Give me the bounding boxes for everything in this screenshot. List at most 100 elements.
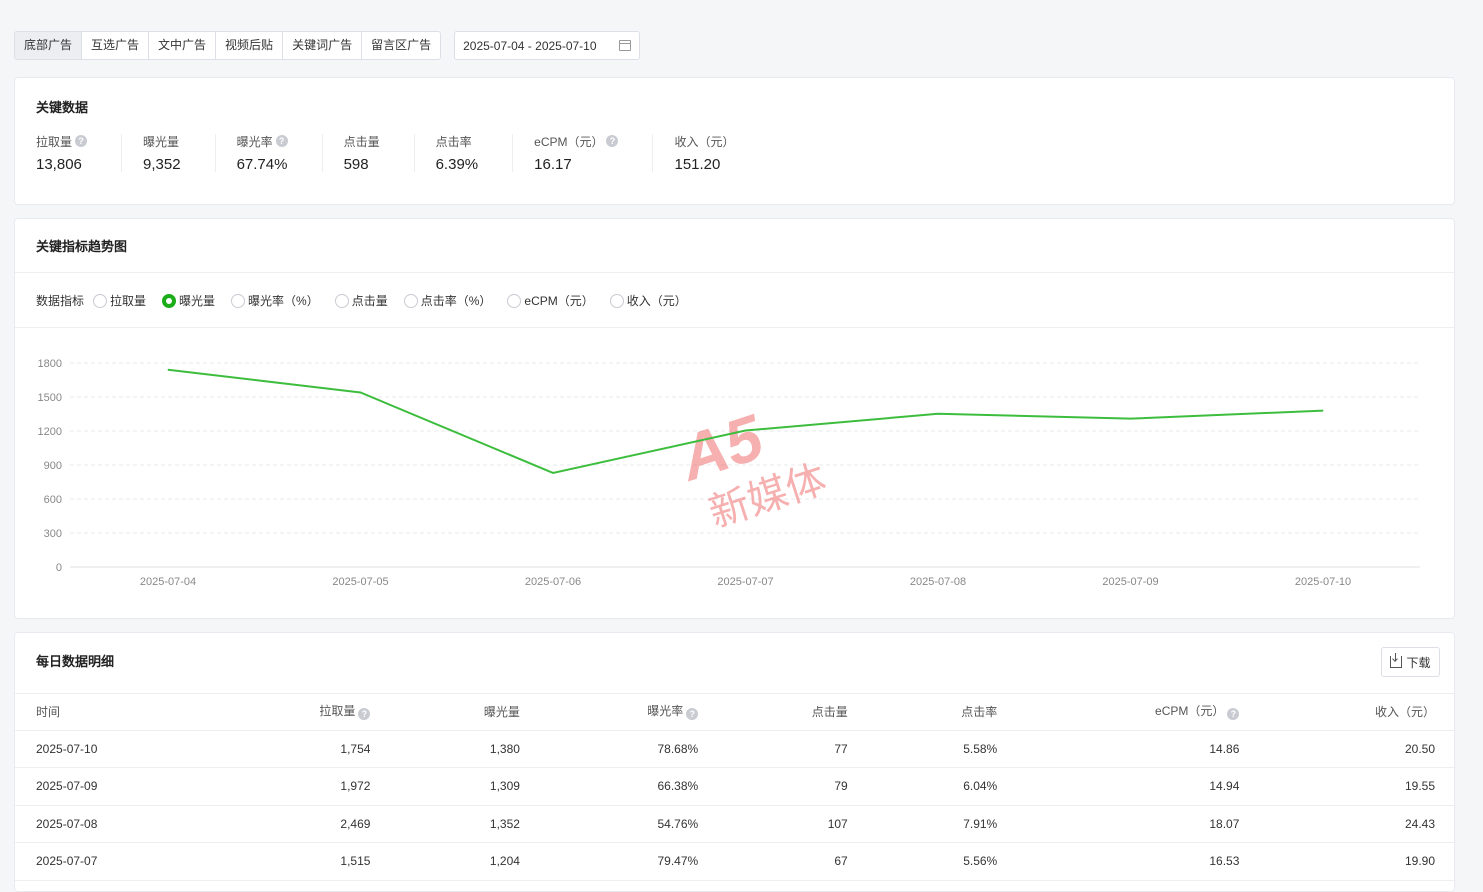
help-icon[interactable]: ?	[606, 135, 619, 147]
x-tick-label: 2025-07-07	[717, 576, 773, 588]
kpi-value: 598	[343, 156, 369, 173]
trend-line-chart: 0 300 600 900 1200 1500 1800 2025-07-04 2025-07-…	[38, 358, 1420, 588]
radio-button[interactable]	[231, 293, 246, 308]
metric-option-4[interactable]: 点击率（%）	[403, 292, 492, 309]
tab-3[interactable]: 视频后贴	[216, 32, 284, 59]
radio-button[interactable]	[507, 293, 522, 308]
download-button[interactable]: 下载	[1381, 647, 1440, 677]
x-tick-label: 2025-07-04	[140, 576, 196, 588]
kpi-label: 拉取量?	[36, 134, 88, 149]
y-tick-label: 1800	[38, 358, 62, 370]
kpi-item: 拉取量? 13,806	[36, 134, 123, 173]
column-header: 点击量	[719, 693, 869, 731]
metric-option-0[interactable]: 拉取量	[93, 292, 146, 309]
table-cell: 24.43	[1260, 805, 1456, 843]
kpi-item: 点击量 598	[343, 134, 415, 173]
daily-detail-card: 每日数据明细 下载 时间 拉取量? 曝光量 曝光率? 点击量 点击率 eCPM（元）? 收入（…	[14, 632, 1456, 892]
metric-selector: 数据指标 拉取量 曝光量 曝光率（%） 点击量 点击率（%） eCPM（元） 收入（元）	[36, 292, 703, 309]
y-tick-label: 300	[44, 528, 62, 540]
table-cell: 66.38%	[540, 767, 720, 806]
kpi-value: 151.20	[674, 156, 721, 173]
metric-option-3[interactable]: 点击量	[334, 292, 388, 309]
help-icon[interactable]: ?	[75, 135, 88, 147]
x-tick-label: 2025-07-08	[910, 576, 966, 588]
kpi-label: 点击率	[436, 134, 479, 149]
tab-2[interactable]: 文中广告	[149, 32, 217, 59]
x-tick-label: 2025-07-09	[1102, 576, 1158, 588]
radio-button[interactable]	[334, 293, 349, 308]
kpi-item: 点击率 6.39%	[435, 134, 514, 173]
table-cell: 67	[719, 842, 869, 881]
table-cell: 2025-07-10	[15, 730, 214, 768]
table-cell: 6.04%	[868, 767, 1019, 806]
column-header: 收入（元）	[1260, 693, 1456, 731]
key-data-card: 关键数据 拉取量? 13,806 曝光量 9,352 曝光率? 67.74% 点击量 598 点…	[14, 77, 1455, 205]
kpi-value: 6.39%	[435, 156, 479, 173]
table-cell: 16.53	[1018, 842, 1261, 881]
table-row: 2025-07-07 1,515 1,204 79.47% 67 5.56% 16.53 19…	[15, 842, 1456, 881]
column-header: 时间	[15, 693, 214, 731]
metric-option-label: 点击率（%）	[420, 294, 492, 308]
table-cell: 79.47%	[540, 842, 720, 881]
kpi-item: 曝光量 9,352	[143, 134, 216, 173]
tab-1[interactable]: 互选广告	[82, 32, 150, 59]
table-cell: 1,754	[213, 730, 392, 768]
table-cell: 1,515	[213, 842, 392, 881]
radio-button[interactable]	[403, 293, 418, 308]
x-tick-label: 2025-07-06	[525, 576, 581, 588]
metric-option-label: 曝光量	[179, 294, 216, 308]
table-cell: 77	[719, 730, 869, 768]
table-cell: 79	[719, 767, 869, 806]
table-cell: 14.86	[1018, 730, 1261, 768]
kpi-label: 曝光量	[143, 134, 181, 149]
table-cell: 2025-07-09	[15, 767, 214, 806]
radio-button[interactable]	[93, 293, 108, 308]
x-tick-label: 2025-07-05	[332, 576, 388, 588]
table-cell: 18.07	[1018, 805, 1261, 843]
column-header: eCPM（元）?	[1018, 693, 1261, 731]
kpi-label-text: 曝光量	[143, 134, 180, 149]
kpi-value: 13,806	[36, 156, 82, 173]
date-range-text: 2025-07-04 - 2025-07-10	[463, 38, 597, 53]
metric-option-2[interactable]: 曝光率（%）	[231, 292, 319, 309]
table-cell: 1,380	[391, 730, 541, 768]
metric-option-5[interactable]: eCPM（元）	[507, 292, 594, 309]
help-icon[interactable]: ?	[358, 708, 371, 721]
data-point	[167, 369, 169, 371]
download-icon	[1390, 653, 1403, 668]
data-point	[552, 472, 554, 474]
table-body: 2025-07-10 1,754 1,380 78.68% 77 5.58% 14.86 20…	[15, 730, 1456, 881]
metric-option-6[interactable]: 收入（元）	[609, 292, 687, 309]
kpi-item: 曝光率? 67.74%	[236, 134, 323, 173]
kpi-value: 9,352	[143, 156, 181, 173]
table-cell: 1,204	[391, 842, 541, 881]
metric-option-label: 曝光率（%）	[248, 294, 319, 308]
date-range-picker[interactable]: 2025-07-04 - 2025-07-10	[454, 31, 641, 60]
metric-option-1[interactable]: 曝光量	[162, 292, 215, 309]
radio-button[interactable]	[609, 293, 624, 308]
daily-detail-table: 时间 拉取量? 曝光量 曝光率? 点击量 点击率 eCPM（元）? 收入（元） 2025-07…	[15, 693, 1456, 881]
data-point	[745, 430, 746, 432]
help-icon[interactable]: ?	[275, 135, 288, 147]
y-tick-label: 900	[44, 460, 62, 472]
kpi-value: 67.74%	[236, 156, 288, 173]
table-cell: 20.50	[1260, 730, 1456, 768]
kpi-value: 16.17	[534, 156, 572, 173]
tab-4[interactable]: 关键词广告	[283, 32, 363, 59]
help-icon[interactable]: ?	[1227, 708, 1240, 721]
kpi-label: 点击量	[344, 134, 380, 149]
tab-5[interactable]: 留言区广告	[362, 32, 440, 59]
metric-option-label: 拉取量	[110, 294, 147, 308]
radio-button[interactable]	[162, 293, 177, 308]
tab-0[interactable]: 底部广告	[15, 32, 83, 59]
table-row: 2025-07-09 1,972 1,309 66.38% 79 6.04% 14.94 19…	[15, 767, 1456, 806]
trend-chart-title: 关键指标趋势图	[36, 239, 128, 254]
y-tick-label: 1200	[38, 426, 62, 438]
kpi-item: eCPM（元）? 16.17	[534, 134, 654, 173]
help-icon[interactable]: ?	[686, 708, 699, 721]
table-cell: 2025-07-07	[15, 842, 214, 881]
data-point	[937, 413, 939, 415]
metric-selector-label: 数据指标	[36, 294, 85, 308]
table-cell: 5.56%	[868, 842, 1019, 881]
x-tick-label: 2025-07-10	[1295, 576, 1351, 588]
